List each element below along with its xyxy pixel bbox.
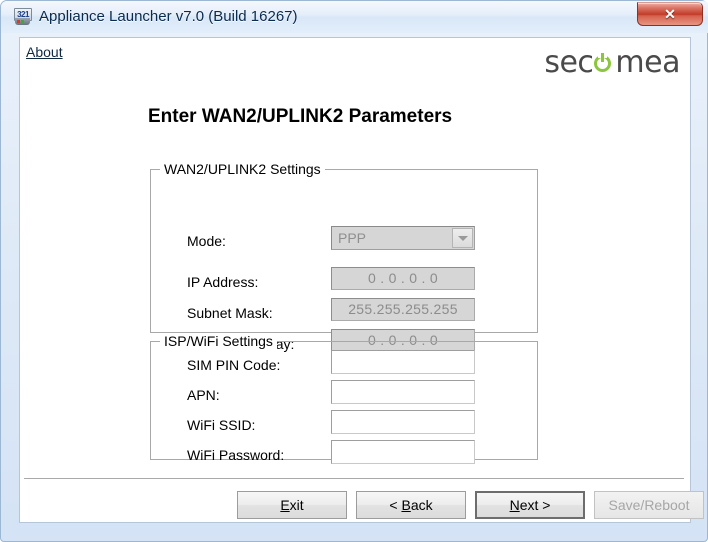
ip-address-field: 0 . 0 . 0 . 0 (331, 267, 475, 290)
ip-address-label: IP Address: (187, 274, 259, 290)
wifi-password-input[interactable] (331, 440, 475, 464)
wan2-group-title: WAN2/UPLINK2 Settings (160, 161, 325, 177)
apn-label: APN: (187, 387, 220, 403)
sim-pin-code-label: SIM PIN Code: (187, 357, 281, 373)
wifi-password-label: WiFi Password: (187, 447, 285, 463)
footer-separator (24, 478, 684, 480)
mode-combobox[interactable]: PPP (331, 226, 475, 250)
isp-group-title: ISP/WiFi Settings (160, 333, 277, 349)
mode-label: Mode: (187, 233, 226, 249)
title-bar: 321 Appliance Launcher v7.0 (Build 16267… (1, 1, 708, 33)
secomea-logo: sec mea (544, 46, 680, 80)
close-icon: ✕ (664, 6, 676, 22)
app-321-icon: 321 (13, 7, 33, 27)
next-button[interactable]: Next > (475, 491, 585, 519)
client-area: About sec mea Enter WAN2/UPLINK2 Paramet… (19, 37, 704, 523)
logo-text-left: sec (544, 45, 594, 80)
chevron-down-icon[interactable] (452, 228, 473, 248)
logo-text-right: mea (615, 45, 680, 80)
sim-pin-code-input[interactable] (331, 350, 475, 374)
wifi-ssid-input[interactable] (331, 410, 475, 434)
back-button[interactable]: < Back (356, 491, 466, 519)
subnet-mask-value: 255.255.255.255 (348, 301, 458, 317)
page-title: Enter WAN2/UPLINK2 Parameters (148, 106, 453, 127)
app-icon-dot-green (21, 20, 24, 23)
about-link[interactable]: About (26, 44, 63, 60)
close-button[interactable]: ✕ (637, 2, 703, 26)
window-title: Appliance Launcher v7.0 (Build 16267) (39, 8, 298, 25)
mode-combobox-value: PPP (338, 230, 367, 246)
exit-button[interactable]: Exit (237, 491, 347, 519)
save-reboot-button: Save/Reboot (594, 491, 704, 519)
application-window: 321 Appliance Launcher v7.0 (Build 16267… (0, 0, 708, 542)
wifi-ssid-label: WiFi SSID: (187, 417, 256, 433)
app-icon-dot-red (17, 20, 20, 23)
ip-address-value: 0 . 0 . 0 . 0 (367, 270, 439, 286)
apn-input[interactable] (331, 380, 475, 404)
subnet-mask-field: 255.255.255.255 (331, 298, 475, 321)
power-symbol-icon (593, 52, 615, 74)
subnet-mask-label: Subnet Mask: (187, 305, 273, 321)
